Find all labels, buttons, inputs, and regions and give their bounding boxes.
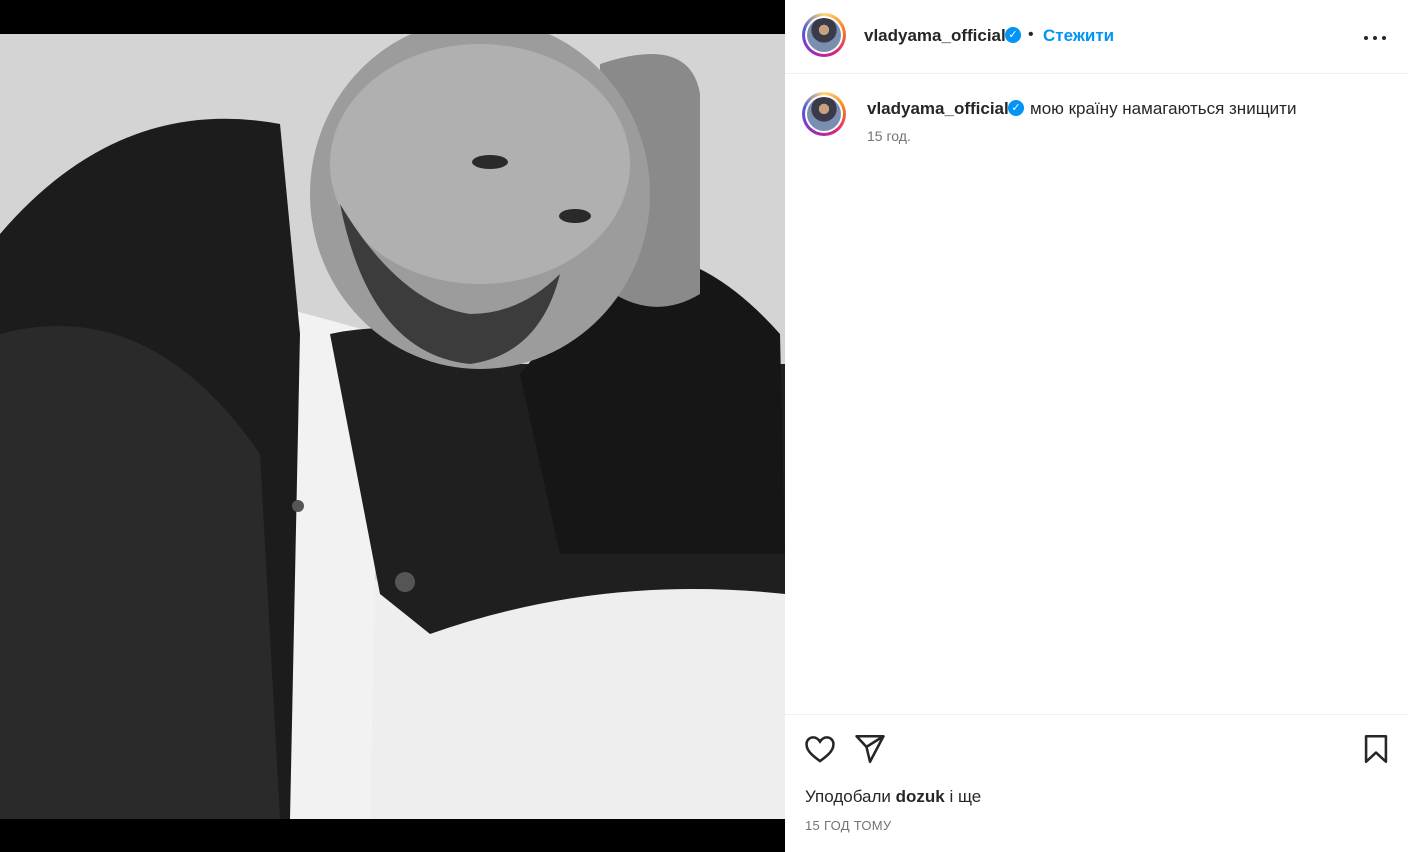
author-avatar[interactable] xyxy=(802,13,846,57)
post-media xyxy=(0,0,785,852)
post-photo[interactable] xyxy=(0,34,785,819)
caption-author-avatar[interactable] xyxy=(802,92,846,136)
send-icon[interactable] xyxy=(853,732,887,766)
liked-by-user[interactable]: dozuk xyxy=(896,787,945,806)
portrait-image xyxy=(0,34,785,819)
bookmark-icon[interactable] xyxy=(1359,732,1393,766)
likes-suffix[interactable]: і ще xyxy=(950,787,982,806)
heart-icon[interactable] xyxy=(803,732,837,766)
more-options-icon[interactable] xyxy=(1360,22,1390,52)
verified-icon: ✓ xyxy=(1005,27,1021,43)
post-header: vladyama_official ✓ • Стежити xyxy=(785,0,1408,74)
post-timestamp[interactable]: 15 ГОД ТОМУ xyxy=(805,818,891,833)
caption-username[interactable]: vladyama_official xyxy=(867,99,1009,119)
caption-timestamp[interactable]: 15 год. xyxy=(867,128,911,144)
post-side-panel: vladyama_official ✓ • Стежити vladyama_o… xyxy=(785,0,1408,852)
caption-text: мою країну намагаються знищити xyxy=(1030,99,1297,118)
likes-prefix: Уподобали xyxy=(805,787,891,806)
likes-summary: Уподобали dozuk і ще xyxy=(805,787,981,807)
separator-dot: • xyxy=(1028,26,1034,43)
post-actions: Уподобали dozuk і ще 15 ГОД ТОМУ xyxy=(785,714,1408,852)
author-username[interactable]: vladyama_official xyxy=(864,26,1006,46)
caption-verified-icon: ✓ xyxy=(1008,100,1024,116)
caption: vladyama_official ✓ мою країну намагають… xyxy=(785,74,1408,174)
follow-button[interactable]: Стежити xyxy=(1043,26,1114,46)
